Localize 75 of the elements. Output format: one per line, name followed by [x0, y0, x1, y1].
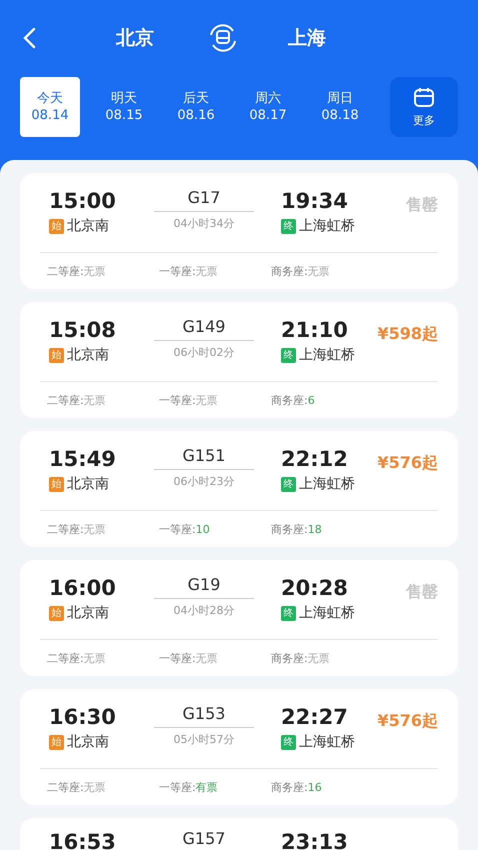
departure-time: 16:53 [49, 829, 117, 850]
departure-time: 16:30 [49, 704, 117, 731]
train-number: G149 [182, 316, 226, 338]
departure-time: 15:00 [49, 188, 117, 215]
train-card[interactable]: 15:08 始 北京南 G149 06小时02分 21:10 终 上海虹桥 ¥598起 二等座:无票 一等座:无票 商务座:6 [20, 302, 458, 418]
train-number: G17 [188, 187, 220, 209]
departure-station: 北京南 [67, 604, 109, 622]
end-tag: 终 [281, 734, 296, 750]
date-tab[interactable]: 周日 08.18 [310, 77, 370, 137]
train-number: G157 [182, 828, 226, 850]
arrival-time: 21:10 [281, 317, 349, 344]
train-card[interactable]: 16:53 G157 23:13 [20, 818, 458, 850]
departure-time: 16:00 [49, 575, 117, 602]
back-icon[interactable] [22, 27, 36, 49]
end-tag: 终 [281, 348, 296, 362]
seat-availability: 一等座:无票 [159, 393, 219, 408]
arrival-station: 上海虹桥 [299, 733, 355, 751]
seat-availability: 一等座:10 [159, 522, 211, 537]
duration: 05小时57分 [174, 732, 234, 747]
seat-availability: 二等座:无票 [47, 651, 107, 666]
duration: 06小时23分 [174, 474, 234, 489]
price: ¥598起 [377, 324, 438, 345]
train-card[interactable]: 16:30 始 北京南 G153 05小时57分 22:27 终 上海虹桥 ¥576起 二等座:无票 一等座:有票 商务座:16 [20, 689, 458, 805]
arrival-city[interactable]: 上海 [288, 25, 326, 51]
seat-availability: 商务座:无票 [271, 264, 331, 279]
start-tag: 始 [49, 606, 64, 620]
train-number: G153 [182, 703, 226, 725]
train-card[interactable]: 15:49 始 北京南 G151 06小时23分 22:12 终 上海虹桥 ¥576起 二等座:无票 一等座:10 商务座:18 [20, 431, 458, 547]
price: ¥576起 [377, 453, 438, 474]
seat-availability: 二等座:无票 [47, 393, 107, 408]
date-tab[interactable]: 后天 08.16 [166, 77, 226, 137]
arrival-time: 22:27 [281, 704, 349, 731]
date-tab[interactable]: 明天 08.15 [94, 77, 154, 137]
arrival-station: 上海虹桥 [299, 604, 355, 622]
duration: 06小时02分 [174, 345, 234, 360]
seat-availability: 商务座:无票 [271, 651, 331, 666]
arrival-time: 22:12 [281, 446, 349, 473]
seat-availability: 商务座:16 [271, 780, 323, 795]
date-tab[interactable]: 周六 08.17 [238, 77, 298, 137]
seat-availability: 一等座:有票 [159, 780, 219, 795]
train-number: G19 [188, 574, 220, 596]
arrival-time: 23:13 [281, 829, 349, 850]
seat-availability: 二等座:无票 [47, 522, 107, 537]
seat-availability: 二等座:无票 [47, 780, 107, 795]
duration: 04小时28分 [174, 603, 234, 618]
departure-time: 15:08 [49, 317, 117, 344]
start-tag: 始 [49, 218, 64, 234]
seat-availability: 商务座:18 [271, 522, 323, 537]
arrival-time: 19:34 [281, 188, 349, 215]
departure-station: 北京南 [67, 217, 109, 235]
end-tag: 终 [281, 476, 296, 492]
duration: 04小时34分 [174, 216, 234, 231]
arrival-time: 20:28 [281, 575, 349, 602]
more-dates-button[interactable]: 更多 [390, 77, 458, 137]
arrival-station: 上海虹桥 [299, 346, 355, 364]
price: ¥576起 [377, 711, 438, 732]
start-tag: 始 [49, 734, 64, 750]
calendar-icon [413, 86, 435, 108]
end-tag: 终 [281, 218, 296, 234]
seat-availability: 一等座:无票 [159, 264, 219, 279]
arrival-station: 上海虹桥 [299, 475, 355, 493]
departure-city[interactable]: 北京 [116, 25, 154, 51]
end-tag: 终 [281, 606, 296, 620]
departure-station: 北京南 [67, 733, 109, 751]
seat-availability: 一等座:无票 [159, 651, 219, 666]
train-number: G151 [182, 445, 226, 467]
departure-station: 北京南 [67, 346, 109, 364]
date-tab[interactable]: 今天 08.14 [20, 77, 80, 137]
departure-time: 15:49 [49, 446, 117, 473]
start-tag: 始 [49, 348, 64, 362]
arrival-station: 上海虹桥 [299, 217, 355, 235]
start-tag: 始 [49, 476, 64, 492]
departure-station: 北京南 [67, 475, 109, 493]
seat-availability: 二等座:无票 [47, 264, 107, 279]
seat-availability: 商务座:6 [271, 393, 316, 408]
